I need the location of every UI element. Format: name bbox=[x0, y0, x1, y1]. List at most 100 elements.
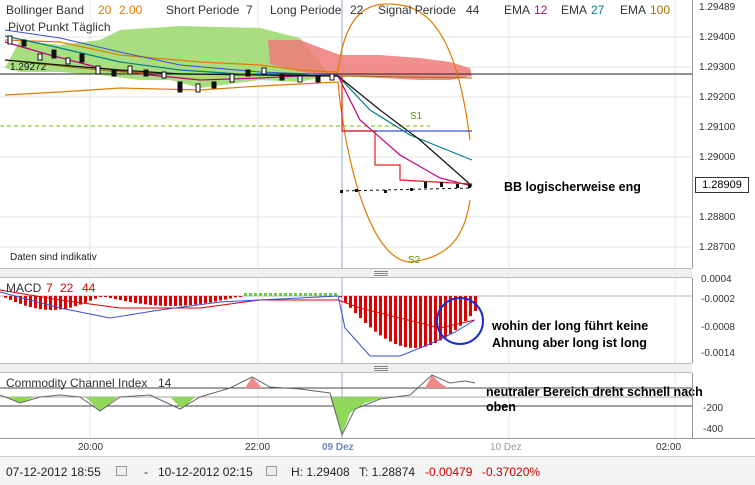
high-value: H: 1.29408 bbox=[291, 465, 350, 479]
macd-bar bbox=[99, 296, 102, 297]
macd-bar bbox=[189, 296, 192, 306]
macd-bar bbox=[359, 296, 362, 319]
macd-tick: 0.0004 bbox=[701, 274, 732, 285]
status-bar: 07-12-2012 18:55 - 10-12-2012 02:15 H: 1… bbox=[0, 456, 755, 485]
macd-bar bbox=[104, 296, 107, 297]
long-period-label: Long Periode bbox=[270, 3, 342, 17]
macd-bar bbox=[339, 296, 342, 298]
macd-bar bbox=[409, 296, 412, 348]
cci-red-fill bbox=[245, 375, 448, 388]
long-period-value: 22 bbox=[350, 3, 364, 17]
cci-panel: Commodity Channel Index 14 neutraler Ber… bbox=[0, 373, 703, 438]
macd-bar bbox=[304, 293, 307, 296]
time-tick: 02:00 bbox=[656, 442, 682, 453]
macd-bar bbox=[274, 293, 277, 296]
cci-annotation-line2: oben bbox=[486, 400, 516, 414]
macd-bar bbox=[289, 293, 292, 296]
bb-period: 20 bbox=[98, 3, 112, 17]
time-tick: 22:00 bbox=[245, 442, 271, 453]
macd-bar bbox=[149, 296, 152, 305]
cci-period: 14 bbox=[158, 376, 172, 390]
macd-bar bbox=[114, 296, 117, 300]
main-chart-panel: Bollinger Band 20 2.00 Short Periode 7 L… bbox=[0, 0, 692, 268]
macd-bar bbox=[354, 296, 357, 314]
macd-bar bbox=[234, 296, 237, 298]
cci-green-fill bbox=[5, 397, 385, 435]
macd-bar bbox=[324, 293, 327, 296]
macd-bar bbox=[429, 296, 432, 346]
macd-bar bbox=[209, 296, 212, 303]
macd-bar bbox=[344, 296, 347, 303]
macd-panel: MACD 7 22 44 wohin der long führt keine … bbox=[0, 278, 692, 363]
macd-bar bbox=[369, 296, 372, 328]
price-tick: 1.29000 bbox=[699, 152, 736, 163]
bb-label: Bollinger Band bbox=[6, 3, 85, 17]
time-tick: 20:00 bbox=[78, 442, 104, 453]
bb-annotation: BB logischerweise eng bbox=[504, 180, 641, 194]
macd-bar bbox=[239, 296, 242, 297]
macd-bar bbox=[279, 293, 282, 296]
macd-label: MACD bbox=[6, 281, 42, 295]
macd-bar bbox=[299, 293, 302, 296]
macd-bar bbox=[269, 293, 272, 296]
macd-bar bbox=[4, 296, 7, 298]
price-tick: 1.29400 bbox=[699, 32, 736, 43]
level-marker: 1.29272 bbox=[10, 62, 47, 73]
change-pct: -0.37020% bbox=[482, 465, 541, 479]
macd-bar bbox=[389, 296, 392, 342]
macd-bar bbox=[9, 296, 12, 300]
s2-label: S2 bbox=[408, 255, 421, 266]
ema3-label: EMA bbox=[620, 3, 647, 17]
price-axis: 1.29489 1.29400 1.29300 1.29200 1.29100 … bbox=[692, 0, 755, 268]
s1-label: S1 bbox=[410, 111, 423, 122]
macd-bar bbox=[224, 296, 227, 300]
macd-bar bbox=[109, 296, 112, 299]
price-tick: 1.28700 bbox=[699, 242, 736, 253]
macd-bar bbox=[119, 296, 122, 301]
time-tick-day: 10 Dez bbox=[490, 442, 522, 453]
macd-bar bbox=[219, 296, 222, 301]
range-from: 07-12-2012 18:55 bbox=[6, 465, 101, 479]
macd-bar bbox=[424, 296, 427, 347]
macd-bar bbox=[334, 293, 337, 296]
price-tick: 1.29200 bbox=[699, 92, 736, 103]
macd-bar bbox=[24, 296, 27, 306]
signal-period-value: 44 bbox=[466, 3, 480, 17]
cci-annotation-line1: neutraler Bereich dreht schnell nach bbox=[486, 385, 703, 399]
macd-bar bbox=[84, 296, 87, 303]
cci-tick: -200 bbox=[703, 403, 724, 414]
time-axis: 20:00 22:00 09 Dez 10 Dez 02:00 bbox=[0, 438, 755, 457]
calendar-icon[interactable] bbox=[116, 466, 127, 476]
macd-bar bbox=[204, 296, 207, 304]
macd-bar bbox=[174, 296, 177, 306]
price-tick: 1.28800 bbox=[699, 212, 736, 223]
macd-bar bbox=[294, 293, 297, 296]
pivot-label: Pivot Punkt Täglich bbox=[8, 20, 111, 34]
macd-bar bbox=[309, 293, 312, 296]
ema3-value: 100 bbox=[650, 3, 671, 17]
macd-bar bbox=[94, 296, 97, 299]
macd-tick: -0.0014 bbox=[701, 348, 735, 359]
macd-bar bbox=[404, 296, 407, 348]
short-period-value: 7 bbox=[246, 3, 253, 17]
macd-bar bbox=[184, 296, 187, 306]
panel-splitter[interactable] bbox=[0, 268, 692, 278]
panel-splitter[interactable] bbox=[0, 363, 692, 373]
macd-tick: -0.0008 bbox=[701, 322, 735, 333]
macd-bar bbox=[134, 296, 137, 303]
macd-bar bbox=[419, 296, 422, 348]
macd-bar bbox=[384, 296, 387, 339]
macd-bar bbox=[314, 293, 317, 296]
price-tick: 1.29100 bbox=[699, 122, 736, 133]
calendar-icon[interactable] bbox=[266, 466, 277, 476]
macd-bar bbox=[374, 296, 377, 332]
cci-tick: -400 bbox=[703, 424, 724, 435]
macd-bar bbox=[194, 296, 197, 305]
macd-bar bbox=[379, 296, 382, 336]
macd-p3: 44 bbox=[82, 281, 96, 295]
macd-bar bbox=[459, 296, 462, 326]
macd-p2: 22 bbox=[60, 281, 74, 295]
macd-axis: 0.0004 -0.0002 -0.0008 -0.0014 bbox=[692, 274, 755, 363]
macd-bar bbox=[124, 296, 127, 302]
macd-bar bbox=[129, 296, 132, 303]
